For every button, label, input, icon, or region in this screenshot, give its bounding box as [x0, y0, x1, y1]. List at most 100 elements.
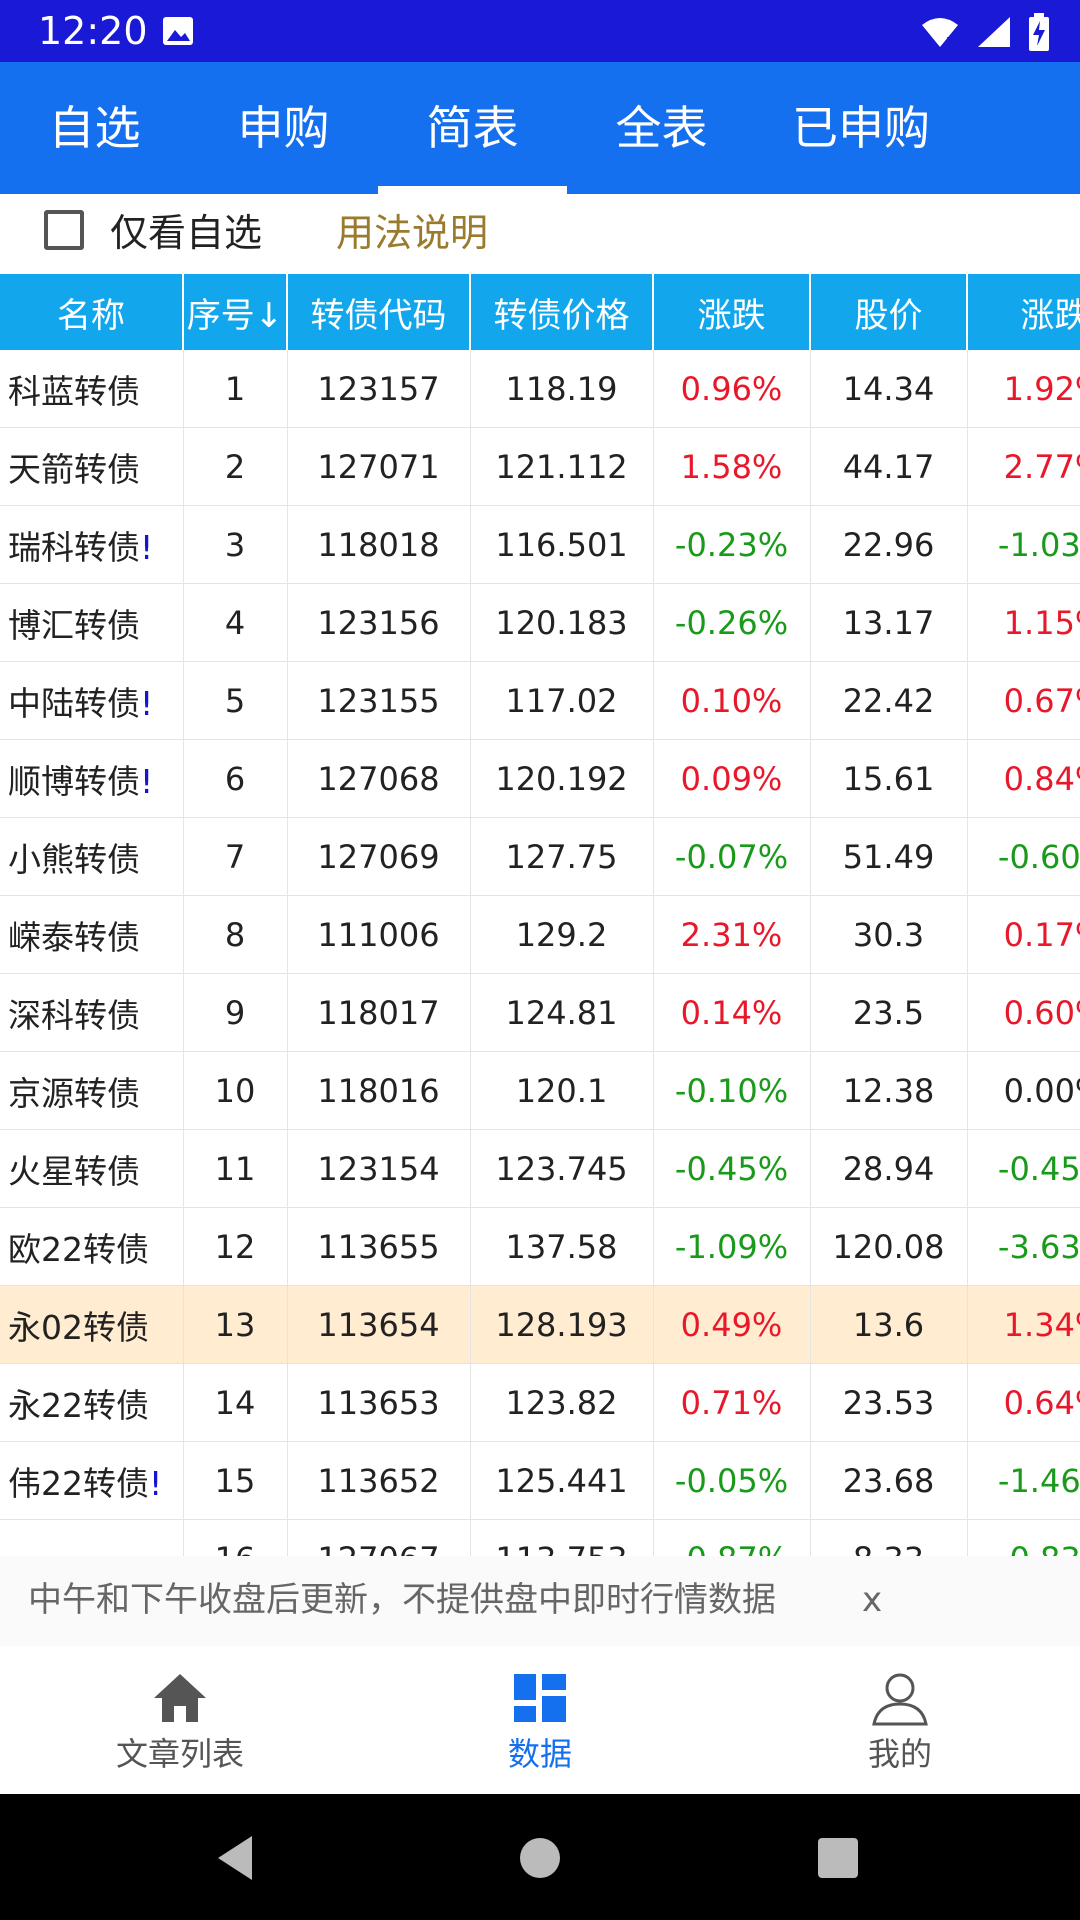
- bond-name-cell[interactable]: 伟22转债!: [0, 1441, 184, 1520]
- change-cell: -0.23%: [653, 505, 811, 584]
- table-row[interactable]: 天箭转债 2127071121.1121.58%44.172.77%: [0, 427, 1080, 506]
- nav-data[interactable]: 数据: [360, 1646, 720, 1794]
- table-row[interactable]: 伟22转债!15113652125.441-0.05%23.68-1.46%: [0, 1441, 1080, 1520]
- table-row[interactable]: 科蓝转债 1123157118.190.96%14.341.92%: [0, 350, 1080, 428]
- filter-row: 仅看自选 用法说明: [0, 194, 1080, 274]
- bond-name-cell[interactable]: 中陆转债!: [0, 661, 184, 740]
- change-cell: 0.49%: [653, 1285, 811, 1364]
- bond-table-scroll[interactable]: 名称 序号↓ 转债代码 转债价格 涨跌 股价 涨跌 科蓝转债 1 123157 118…: [0, 274, 1080, 1556]
- header-stock-change[interactable]: 涨跌: [967, 274, 1080, 350]
- price-cell: 113.753: [470, 1519, 654, 1556]
- bond-name: 中陆转债: [8, 683, 140, 723]
- seq-cell: 6: [183, 739, 288, 818]
- tab-subscribed[interactable]: 已申购: [756, 62, 966, 194]
- bond-name-cell[interactable]: 瑞科转债!: [0, 505, 184, 584]
- bond-name-cell[interactable]: [0, 1519, 184, 1556]
- watchlist-only-label[interactable]: 仅看自选: [110, 210, 262, 256]
- bond-name-cell[interactable]: 欧22转债: [0, 1207, 184, 1286]
- header-stock-price[interactable]: 股价: [810, 274, 968, 350]
- bond-name-cell[interactable]: 博汇转债: [0, 583, 184, 662]
- warning-mark: !: [149, 1463, 163, 1503]
- header-name[interactable]: 名称: [0, 274, 184, 350]
- bond-name-cell[interactable]: 天箭转债: [0, 427, 184, 506]
- table-row[interactable]: 16127067113.753-0.87%8.33-0.83%: [0, 1519, 1080, 1556]
- warning-mark: !: [140, 761, 154, 801]
- back-icon[interactable]: [210, 1830, 266, 1886]
- change-cell: -0.07%: [653, 817, 811, 896]
- stock-change-cell: 1.15%: [967, 583, 1080, 662]
- tab-watchlist[interactable]: 自选: [0, 62, 189, 194]
- table-row[interactable]: 永02转债 13113654128.1930.49%13.61.34%: [0, 1285, 1080, 1364]
- tab-brief[interactable]: 简表: [378, 62, 567, 194]
- bond-name-cell[interactable]: 深科转债: [0, 973, 184, 1052]
- home-button-icon[interactable]: [512, 1830, 568, 1886]
- bond-name: 嵘泰转债: [8, 917, 140, 957]
- change-cell: 0.14%: [653, 973, 811, 1052]
- change-cell: -0.05%: [653, 1441, 811, 1520]
- code-cell: 118018: [287, 505, 471, 584]
- stock-change-cell: -3.63%: [967, 1207, 1080, 1286]
- bond-name-cell[interactable]: 永22转债: [0, 1363, 184, 1442]
- code-cell: 127069: [287, 817, 471, 896]
- table-row[interactable]: 深科转债 9118017124.810.14%23.50.60%: [0, 973, 1080, 1052]
- table-row[interactable]: 永22转债 14113653123.820.71%23.530.64%: [0, 1363, 1080, 1442]
- stock-change-cell: -0.83%: [967, 1519, 1080, 1556]
- stock-change-cell: 2.77%: [967, 427, 1080, 506]
- notice-close-button[interactable]: x: [862, 1576, 882, 1624]
- bond-name-cell[interactable]: 顺博转债!: [0, 739, 184, 818]
- bond-name-cell[interactable]: 永02转债: [0, 1285, 184, 1364]
- table-row[interactable]: 博汇转债 4123156120.183-0.26%13.171.15%: [0, 583, 1080, 662]
- change-cell: 1.58%: [653, 427, 811, 506]
- nav-articles[interactable]: 文章列表: [0, 1646, 360, 1794]
- seq-cell: 14: [183, 1363, 288, 1442]
- bond-name-cell[interactable]: 火星转债: [0, 1129, 184, 1208]
- bond-name: 博汇转债: [8, 605, 140, 645]
- home-icon: [154, 1674, 206, 1722]
- bond-table: 名称 序号↓ 转债代码 转债价格 涨跌 股价 涨跌 科蓝转债 1 123157 118…: [0, 274, 1080, 1556]
- stock-change-cell: 0.17%: [967, 895, 1080, 974]
- bond-name-cell[interactable]: 京源转债: [0, 1051, 184, 1130]
- code-cell: 118017: [287, 973, 471, 1052]
- bond-name: 京源转债: [8, 1073, 140, 1113]
- bond-name: 永22转债: [8, 1385, 149, 1425]
- bond-name-cell[interactable]: 科蓝转债: [0, 350, 184, 428]
- table-row[interactable]: 火星转债11123154123.745-0.45%28.94-0.45%: [0, 1129, 1080, 1208]
- table-row[interactable]: 小熊转债 7127069127.75-0.07%51.49-0.60%: [0, 817, 1080, 896]
- bond-name-cell[interactable]: 嵘泰转债: [0, 895, 184, 974]
- stock-change-cell: 0.60%: [967, 973, 1080, 1052]
- nav-mine[interactable]: 我的: [720, 1646, 1080, 1794]
- table-row[interactable]: 欧22转债 12113655137.58-1.09%120.08-3.63%: [0, 1207, 1080, 1286]
- seq-cell: 4: [183, 583, 288, 662]
- header-code[interactable]: 转债代码: [287, 274, 471, 350]
- notice-text: 中午和下午收盘后更新，不提供盘中即时行情数据: [28, 1580, 776, 1620]
- table-row[interactable]: 顺博转债!6127068120.1920.09%15.610.84%: [0, 739, 1080, 818]
- change-cell: 0.09%: [653, 739, 811, 818]
- header-change[interactable]: 涨跌: [653, 274, 811, 350]
- stock-change-cell: 1.92%: [967, 350, 1080, 428]
- seq-cell: 10: [183, 1051, 288, 1130]
- signal-icon: [978, 17, 1010, 47]
- tab-subscribe[interactable]: 申购: [189, 62, 378, 194]
- recents-icon[interactable]: [810, 1830, 866, 1886]
- svg-text:x: x: [946, 33, 954, 49]
- code-cell: 113654: [287, 1285, 471, 1364]
- bond-name-cell[interactable]: 小熊转债: [0, 817, 184, 896]
- stock-change-cell: 0.64%: [967, 1363, 1080, 1442]
- code-cell: 118016: [287, 1051, 471, 1130]
- header-seq[interactable]: 序号↓: [183, 274, 288, 350]
- seq-cell: 3: [183, 505, 288, 584]
- seq-cell: 12: [183, 1207, 288, 1286]
- table-row[interactable]: 京源转债 10118016120.1-0.10%12.380.00%: [0, 1051, 1080, 1130]
- image-notification-icon: [163, 17, 193, 45]
- usage-help-link[interactable]: 用法说明: [336, 210, 488, 256]
- watchlist-only-checkbox[interactable]: [44, 210, 84, 250]
- table-row[interactable]: 瑞科转债!3118018116.501-0.23%22.96-1.03%: [0, 505, 1080, 584]
- bond-name: 永02转债: [8, 1307, 149, 1347]
- header-price[interactable]: 转债价格: [470, 274, 654, 350]
- system-nav-bar: [0, 1794, 1080, 1920]
- stock-price-cell: 13.17: [810, 583, 968, 662]
- table-row[interactable]: 中陆转债!5123155117.020.10%22.420.67%: [0, 661, 1080, 740]
- tab-full[interactable]: 全表: [567, 62, 756, 194]
- change-cell: 0.10%: [653, 661, 811, 740]
- table-row[interactable]: 嵘泰转债 8111006129.22.31%30.30.17%: [0, 895, 1080, 974]
